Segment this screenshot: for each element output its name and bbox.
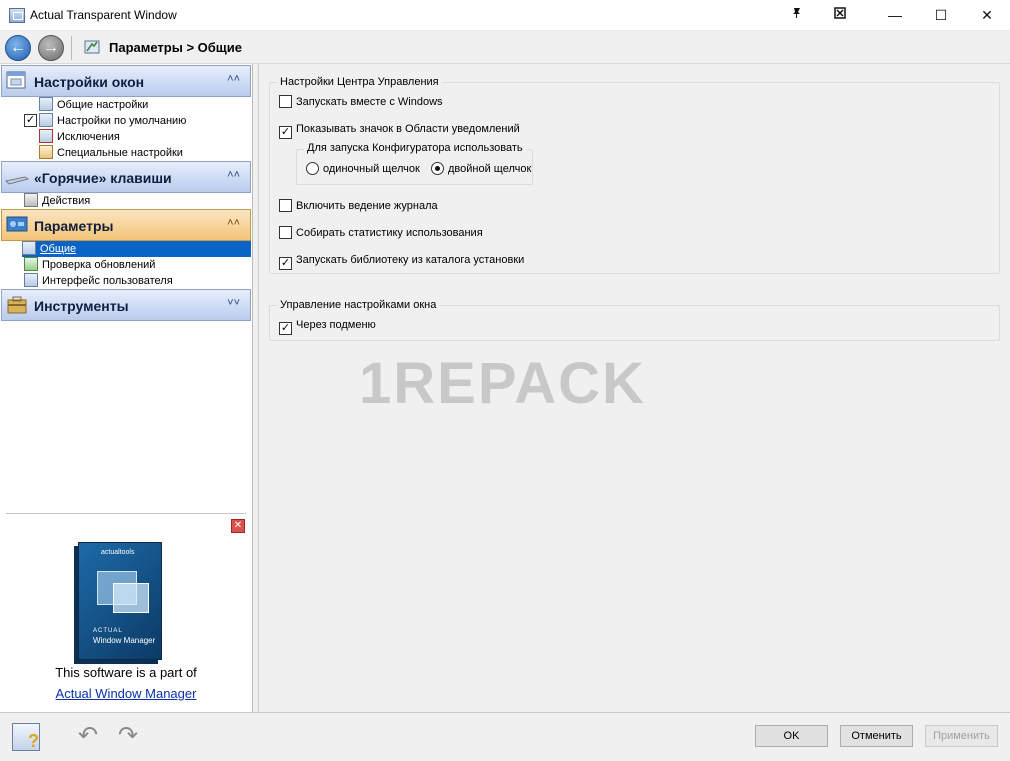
chevron-up-icon[interactable]: ˄˄ [227,169,240,181]
pin-icon[interactable] [786,5,808,25]
radio-label: двойной щелчок [448,163,532,175]
watermark-text: 1REPACK [359,351,646,416]
option-show-tray-icon[interactable]: ✓ Показывать значок в Области уведомлений [279,122,520,139]
option-label: Показывать значок в Области уведомлений [296,123,520,135]
parameters-icon [5,214,29,236]
breadcrumb: Параметры > Общие [109,40,242,55]
maximize-button[interactable]: ☐ [918,0,964,31]
option-label: Запускать библиотеку из каталога установ… [296,254,525,266]
actions-icon [24,193,38,207]
product-box-image: actualtools ACTUAL Window Manager [78,542,162,660]
back-button[interactable]: ← [5,35,31,61]
promo-separator [6,513,246,514]
main-panel: 1REPACK Настройки Центра Управления Запу… [258,64,1010,712]
product-brand: actualtools [101,549,135,556]
apply-button[interactable]: Применить [925,725,998,747]
exclusion-icon [39,129,53,143]
tools-icon [5,294,29,316]
sidebar-item-actions[interactable]: Действия [24,193,90,209]
option-label: Собирать статистику использования [296,227,483,239]
checkbox[interactable] [279,95,292,108]
undo-icon[interactable]: ↶ [74,724,102,748]
window-settings-icon [5,70,29,92]
chevron-up-icon[interactable]: ˄˄ [227,217,240,229]
title-bar: Actual Transparent Window — ☐ ✕ [0,0,1010,31]
window-icon [39,113,53,127]
promo-text: This software is a part of [55,665,197,680]
user-interface-icon [24,273,38,287]
radio-label: одиночный щелчок [323,163,420,175]
close-button[interactable]: ✕ [964,0,1010,31]
checkbox[interactable] [279,199,292,212]
app-icon [9,8,25,23]
checkbox[interactable]: ✓ [279,126,292,139]
option-load-library-from-install-dir[interactable]: ✓ Запускать библиотеку из каталога устано… [279,253,525,270]
keyboard-icon [4,166,30,188]
close-icon[interactable]: ✕ [231,519,245,533]
radio-button[interactable] [306,162,319,175]
forward-button[interactable]: → [38,35,64,61]
product-box-title-small: ACTUAL [93,628,123,634]
product-box-title-main: Window Manager [93,636,156,645]
settings-tools-icon [84,39,100,55]
chevron-down-icon[interactable]: ˅˅ [227,297,240,309]
group-header-parameters[interactable]: Параметры ˄˄ [1,209,251,241]
special-settings-icon [39,145,53,159]
sidebar-item-general-settings[interactable]: Общие настройки [39,97,148,113]
promo-link[interactable]: Actual Window Manager [56,686,197,701]
radio-button[interactable] [431,162,444,175]
cancel-button[interactable]: Отменить [840,725,913,747]
arrow-right-icon: → [43,39,59,56]
minimize-button[interactable]: — [872,0,918,31]
sidebar-item-default-settings[interactable]: Настройки по умолчанию [39,113,186,129]
option-start-with-windows[interactable]: Запускать вместе с Windows [279,95,443,109]
radio-double-click[interactable]: двойной щелчок [431,162,531,176]
window-title: Actual Transparent Window [30,8,177,22]
default-settings-checkbox[interactable]: ✓ [24,114,37,127]
sidebar-item-exclusions[interactable]: Исключения [39,129,120,145]
group-legend: Для запуска Конфигуратора использовать [304,142,526,154]
option-enable-logging[interactable]: Включить ведение журнала [279,199,438,213]
checkbox[interactable]: ✓ [279,322,292,335]
sidebar-item-special-settings[interactable]: Специальные настройки [39,145,183,161]
option-via-submenu[interactable]: ✓ Через подменю [279,318,376,335]
group-header-window-settings[interactable]: Настройки окон ˄˄ [1,65,251,97]
redo-icon[interactable]: ↷ [114,724,142,748]
option-label: Включить ведение журнала [296,200,438,212]
sidebar-item-user-interface[interactable]: Интерфейс пользователя [24,273,173,289]
group-title: «Горячие» клавиши [34,170,172,186]
group-header-hotkeys[interactable]: «Горячие» клавиши ˄˄ [1,161,251,193]
settings-tools-icon [22,241,36,255]
settings-icon [39,97,53,111]
checkbox[interactable]: ✓ [279,257,292,270]
product-box-title: ACTUAL Window Manager [93,627,159,645]
option-label: Запускать вместе с Windows [296,96,443,108]
checkbox[interactable] [279,226,292,239]
promo-link-container: Actual Window Manager [0,686,252,701]
group-title: Параметры [34,218,114,234]
chevron-up-icon[interactable]: ˄˄ [227,73,240,85]
group-header-tools[interactable]: Инструменты ˅˅ [1,289,251,321]
sidebar: Настройки окон ˄˄ Общие настройки ✓ Наст… [0,64,253,712]
group-title: Настройки окон [34,74,145,90]
option-label: Через подменю [296,319,376,331]
group-title: Инструменты [34,298,129,314]
nav-separator [71,36,72,60]
option-collect-statistics[interactable]: Собирать статистику использования [279,226,483,240]
rollup-icon[interactable] [829,5,851,25]
bottom-bar: ? ↶ ↷ OK Отменить Применить [0,712,1010,761]
arrow-left-icon: ← [10,39,26,56]
sidebar-item-general[interactable]: Общие [22,241,251,257]
navigation-bar: ← → Параметры > Общие [0,31,1010,64]
box-window-graphic [113,583,149,613]
sidebar-item-update-check[interactable]: Проверка обновлений [24,257,155,273]
update-icon [24,257,38,271]
help-icon[interactable]: ? [12,723,40,751]
radio-single-click[interactable]: одиночный щелчок [306,162,420,176]
ok-button[interactable]: OK [755,725,828,747]
group-legend: Настройки Центра Управления [277,76,442,88]
group-legend: Управление настройками окна [277,299,440,311]
